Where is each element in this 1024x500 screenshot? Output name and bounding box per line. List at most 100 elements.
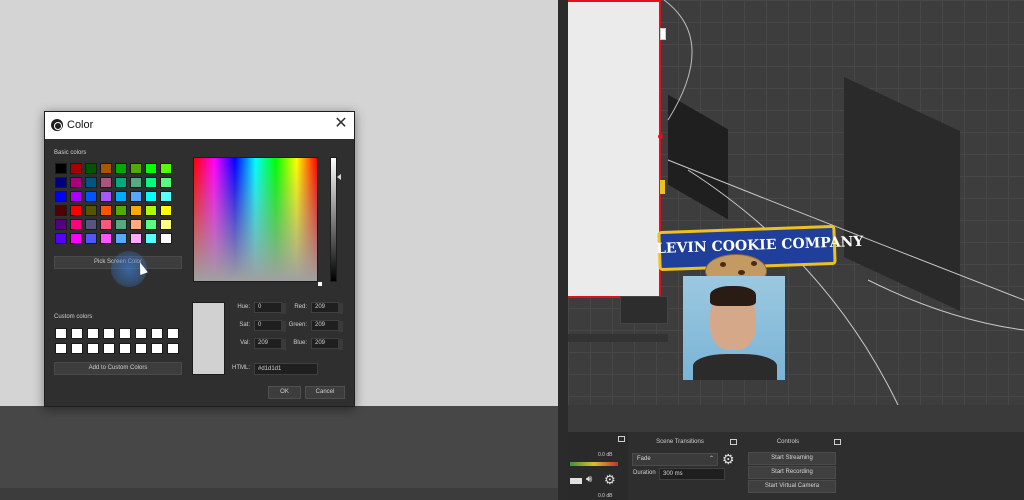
basic-color-swatch[interactable]	[160, 219, 172, 230]
basic-color-swatch[interactable]	[55, 163, 67, 174]
basic-color-swatch[interactable]	[55, 233, 67, 244]
basic-color-swatch[interactable]	[85, 205, 97, 216]
basic-color-swatch[interactable]	[70, 177, 82, 188]
basic-color-swatch[interactable]	[160, 191, 172, 202]
basic-color-swatch[interactable]	[130, 163, 142, 174]
cancel-button[interactable]: Cancel	[305, 386, 345, 399]
basic-color-swatch[interactable]	[70, 205, 82, 216]
transition-gear-icon[interactable]: ⚙	[722, 451, 735, 468]
basic-color-swatch[interactable]	[145, 219, 157, 230]
close-button[interactable]: ✕	[332, 116, 350, 134]
custom-color-swatch[interactable]	[167, 328, 179, 339]
basic-color-swatch[interactable]	[145, 177, 157, 188]
basic-color-swatch[interactable]	[145, 163, 157, 174]
basic-color-swatch[interactable]	[130, 205, 142, 216]
custom-color-swatch[interactable]	[151, 343, 163, 354]
basic-color-swatch[interactable]	[115, 191, 127, 202]
hue-input[interactable]: 0	[254, 302, 286, 314]
custom-color-swatch[interactable]	[71, 343, 83, 354]
basic-color-swatch[interactable]	[160, 177, 172, 188]
basic-color-swatch[interactable]	[85, 163, 97, 174]
custom-color-swatch[interactable]	[87, 343, 99, 354]
basic-color-swatch[interactable]	[55, 177, 67, 188]
basic-color-swatch[interactable]	[115, 233, 127, 244]
custom-color-swatch[interactable]	[55, 343, 67, 354]
basic-color-swatch[interactable]	[85, 177, 97, 188]
html-color-input[interactable]: #d1d1d1	[254, 363, 318, 375]
selected-source-box[interactable]	[568, 0, 661, 298]
slider-handle-icon[interactable]	[337, 174, 341, 180]
custom-color-swatch[interactable]	[119, 343, 131, 354]
volume-slider[interactable]	[570, 478, 582, 484]
basic-color-swatch[interactable]	[100, 233, 112, 244]
basic-color-swatch[interactable]	[130, 191, 142, 202]
custom-color-swatch[interactable]	[103, 328, 115, 339]
green-input[interactable]: 209	[311, 320, 343, 332]
basic-color-swatch[interactable]	[160, 163, 172, 174]
basic-color-swatch[interactable]	[70, 233, 82, 244]
val-input[interactable]: 209	[254, 338, 286, 350]
custom-color-swatch[interactable]	[135, 328, 147, 339]
value-slider[interactable]	[330, 157, 337, 282]
basic-color-swatch[interactable]	[145, 191, 157, 202]
basic-color-swatch[interactable]	[130, 219, 142, 230]
spectrum-cursor[interactable]	[318, 282, 322, 286]
basic-color-swatch[interactable]	[100, 191, 112, 202]
source-handle-red[interactable]	[658, 134, 663, 139]
blue-spin-arrows[interactable]	[338, 339, 343, 350]
dock-float-icon[interactable]	[730, 439, 737, 445]
color-spectrum[interactable]	[193, 157, 322, 286]
basic-color-swatch[interactable]	[85, 219, 97, 230]
basic-color-swatch[interactable]	[115, 177, 127, 188]
panel-divider[interactable]	[558, 0, 568, 500]
basic-color-swatch[interactable]	[100, 177, 112, 188]
basic-color-swatch[interactable]	[130, 177, 142, 188]
basic-color-swatch[interactable]	[55, 205, 67, 216]
scene-preview[interactable]: LEVIN COOKIE COMPANY	[568, 0, 1024, 405]
pick-screen-color-button[interactable]: Pick Screen Color	[54, 256, 182, 269]
dock-float-icon[interactable]	[834, 439, 841, 445]
basic-color-swatch[interactable]	[55, 219, 67, 230]
basic-color-swatch[interactable]	[100, 163, 112, 174]
custom-color-swatch[interactable]	[103, 343, 115, 354]
source-handle-mid[interactable]	[660, 180, 665, 194]
basic-color-swatch[interactable]	[160, 233, 172, 244]
basic-color-swatch[interactable]	[85, 233, 97, 244]
start-virtual-camera-button[interactable]: Start Virtual Camera	[748, 480, 836, 493]
basic-color-swatch[interactable]	[100, 205, 112, 216]
green-spin-arrows[interactable]	[338, 321, 343, 332]
basic-color-swatch[interactable]	[115, 219, 127, 230]
basic-color-swatch[interactable]	[70, 191, 82, 202]
basic-color-swatch[interactable]	[115, 205, 127, 216]
red-input[interactable]: 209	[311, 302, 343, 314]
start-recording-button[interactable]: Start Recording	[748, 466, 836, 479]
custom-color-swatch[interactable]	[87, 328, 99, 339]
basic-color-swatch[interactable]	[70, 163, 82, 174]
speaker-icon[interactable]: 🔊︎	[586, 474, 592, 485]
custom-color-swatch[interactable]	[71, 328, 83, 339]
custom-color-swatch[interactable]	[151, 328, 163, 339]
blue-input[interactable]: 209	[311, 338, 343, 350]
basic-color-swatch[interactable]	[160, 205, 172, 216]
basic-color-swatch[interactable]	[85, 191, 97, 202]
basic-color-swatch[interactable]	[145, 233, 157, 244]
basic-color-swatch[interactable]	[55, 191, 67, 202]
sat-input[interactable]: 0	[254, 320, 286, 332]
ok-button[interactable]: OK	[268, 386, 301, 399]
duration-input[interactable]: 300 ms	[659, 468, 725, 480]
basic-color-swatch[interactable]	[145, 205, 157, 216]
start-streaming-button[interactable]: Start Streaming	[748, 452, 836, 465]
basic-color-swatch[interactable]	[100, 219, 112, 230]
red-spin-arrows[interactable]	[338, 303, 343, 314]
basic-color-swatch[interactable]	[70, 219, 82, 230]
add-to-custom-colors-button[interactable]: Add to Custom Colors	[54, 362, 182, 375]
basic-color-swatch[interactable]	[115, 163, 127, 174]
transition-select[interactable]: Fade ⌃	[632, 453, 718, 466]
custom-color-swatch[interactable]	[119, 328, 131, 339]
gear-icon[interactable]: ⚙	[604, 472, 616, 488]
custom-color-swatch[interactable]	[167, 343, 179, 354]
custom-color-swatch[interactable]	[55, 328, 67, 339]
custom-color-swatch[interactable]	[135, 343, 147, 354]
source-handle-top[interactable]	[660, 28, 666, 40]
dock-float-icon[interactable]	[618, 436, 625, 442]
